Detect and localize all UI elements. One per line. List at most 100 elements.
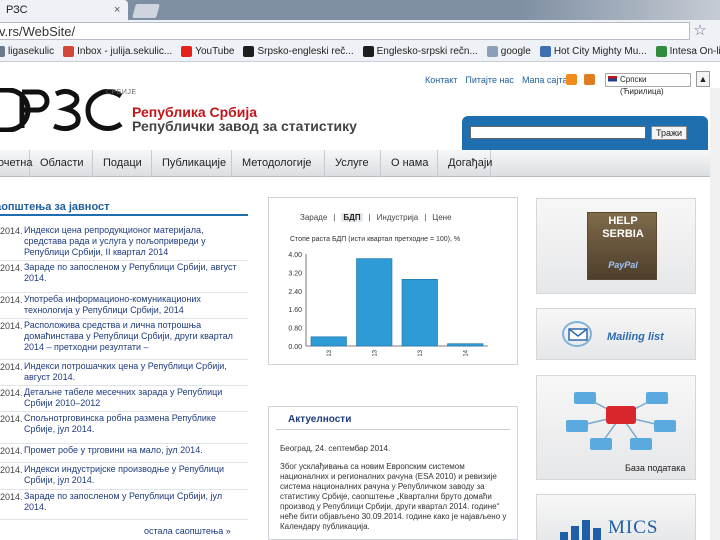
release-date: 2014.: [0, 226, 23, 236]
bookmark-label: google: [500, 46, 531, 57]
page-scrollbar[interactable]: [710, 88, 720, 540]
bookmark-label: Srpsko-engleski reč...: [257, 46, 354, 57]
chart-title: Стопе раста БДП (исти квартал претходне …: [290, 236, 461, 243]
gdp-bar-chart: 0.00 0.80 1.60 2.40 3.20 4.00 II 2013 III 2013 I…: [288, 252, 488, 356]
news-divider: [276, 429, 510, 430]
press-release-item[interactable]: 2014. Индекси цена репродукционог материј…: [0, 224, 248, 261]
gdp-bar: [447, 343, 484, 347]
bookmark-item[interactable]: Intesa On-line: [655, 46, 720, 57]
search-button[interactable]: Тражи: [651, 126, 687, 140]
contact-link[interactable]: Контакт: [425, 75, 457, 85]
nav-areas[interactable]: Области: [30, 150, 93, 177]
press-release-item[interactable]: 2014. Промет робе у трговини на мало, јул…: [0, 444, 248, 463]
release-date: 2014.: [0, 263, 23, 273]
brand-subtitle: Републички завод за статистику: [132, 118, 357, 134]
nav-home[interactable]: Почетна: [0, 150, 33, 177]
help-line2: SERBIA: [602, 228, 644, 240]
sitemap-link[interactable]: Мапа сајта: [522, 75, 568, 85]
address-bar[interactable]: v.rs/WebSite/: [0, 22, 690, 40]
release-date: 2014.: [0, 295, 23, 305]
bookmark-item[interactable]: Inbox - julija.sekulic...: [63, 46, 172, 57]
search-input[interactable]: [470, 126, 646, 139]
news-body: Због усклађивања са новим Европским сист…: [280, 462, 507, 531]
page-icon: [486, 46, 498, 57]
bookmark-star-icon[interactable]: ☆: [690, 21, 710, 41]
press-release-item[interactable]: 2014. Индекси индустријске производње у Р…: [0, 463, 248, 490]
envelope-icon: [562, 321, 592, 347]
bookmark-label: Englesko-srpski rečn...: [376, 46, 478, 57]
bookmark-item[interactable]: Hot City Mighty Mu...: [539, 46, 647, 57]
release-title[interactable]: Зараде по запосленом у Републици Србији,…: [24, 262, 246, 284]
social-icon[interactable]: [584, 74, 595, 85]
press-release-item[interactable]: 2014. Спољнотрговинска робна размена Репу…: [0, 412, 248, 444]
database-network-icon: [566, 392, 676, 450]
ask-us-link[interactable]: Питајте нас: [465, 75, 514, 85]
release-date: 2014.: [0, 465, 23, 475]
press-release-item[interactable]: 2014. Детаљне табеле месечних зарада у Ре…: [0, 386, 248, 412]
release-title[interactable]: Детаљне табеле месечних зарада у Републи…: [24, 387, 246, 409]
bookmark-label: Hot City Mighty Mu...: [553, 46, 647, 57]
gdp-bar: [356, 258, 393, 347]
rss-icon[interactable]: [566, 74, 577, 85]
tab-close-icon[interactable]: ×: [114, 4, 126, 16]
browser-tab[interactable]: РЗС: [0, 0, 128, 20]
bookmark-label: YouTube: [195, 46, 235, 57]
bookmark-label: Inbox - julija.sekulic...: [77, 46, 173, 57]
press-release-item[interactable]: 2014. Зараде по запосленом у Републици Ср…: [0, 490, 248, 520]
tab-wages[interactable]: Зараде: [300, 213, 327, 222]
news-title: Актуелности: [288, 414, 352, 425]
release-date: 2014.: [0, 414, 23, 424]
database-label: База података: [625, 463, 686, 473]
release-title[interactable]: Индекси потрошачких цена у Републици Срб…: [24, 361, 246, 383]
release-date: 2014.: [0, 362, 23, 372]
release-title[interactable]: Спољнотрговинска робна размена Републике…: [24, 413, 246, 435]
bookmark-label: Intesa On-line: [669, 46, 720, 57]
language-label: Српски (Ћирилица): [620, 75, 664, 96]
language-select[interactable]: Српски (Ћирилица): [605, 73, 691, 96]
press-release-item[interactable]: 2014. Зараде по запосленом у Републици Ср…: [0, 261, 248, 293]
release-title[interactable]: Расположива средства и лична потрошња до…: [24, 320, 246, 353]
release-title[interactable]: Индекси цена репродукционог материјала, …: [24, 225, 246, 258]
release-title[interactable]: Промет робе у трговини на мало, јул 2014…: [24, 445, 246, 456]
page: РЗС × v.rs/WebSite/ ☆ ligasekulic Inbox -…: [0, 0, 720, 540]
nav-events[interactable]: Догађаји: [438, 150, 492, 177]
bookmark-item[interactable]: Englesko-srpski rečn...: [362, 46, 478, 57]
release-title[interactable]: Зараде по запосленом у Републици Србији,…: [24, 491, 246, 513]
mics-label: MICS: [608, 517, 659, 538]
help-serbia-image: HELP SERBIA PayPal: [587, 212, 657, 280]
press-releases-title: Саопштења за јавност: [0, 201, 110, 213]
bookmark-label: ligasekulic: [8, 46, 55, 57]
flag-icon: [608, 76, 617, 84]
new-tab-button[interactable]: [132, 4, 160, 18]
mailing-list-label: Mailing list: [607, 331, 664, 343]
nav-methodology[interactable]: Методологије: [232, 150, 325, 177]
nav-publications[interactable]: Публикације: [152, 150, 232, 177]
k-icon: [243, 46, 255, 57]
bookmark-item[interactable]: google: [486, 46, 531, 57]
release-date: 2014.: [0, 388, 23, 398]
release-date: 2014.: [0, 321, 23, 331]
youtube-icon: [181, 46, 193, 57]
nav-about[interactable]: О нама: [381, 150, 438, 177]
nav-services[interactable]: Услуге: [325, 150, 381, 177]
bookmark-item[interactable]: YouTube: [181, 46, 234, 57]
scroll-up-button[interactable]: ▲: [696, 71, 710, 87]
bookmark-item[interactable]: Srpsko-engleski reč...: [243, 46, 354, 57]
release-title[interactable]: Употреба информационо-комуникационих тех…: [24, 294, 246, 316]
url-text: v.rs/WebSite/: [0, 24, 76, 39]
bookmarks-bar: ligasekulic Inbox - julija.sekulic... YouT…: [0, 42, 720, 62]
window-background: [520, 0, 720, 20]
press-release-item[interactable]: 2014. Расположива средства и лична потрош…: [0, 319, 248, 360]
bookmark-item[interactable]: ligasekulic: [0, 46, 54, 57]
tab-industry[interactable]: Индустрија: [377, 213, 419, 222]
tab-prices[interactable]: Цене: [432, 213, 451, 222]
y-tick-label: 1.60: [288, 307, 302, 314]
y-tick-label: 4.00: [288, 252, 302, 259]
k-icon: [362, 46, 374, 57]
tab-gdp[interactable]: БДП: [341, 213, 363, 222]
nav-data[interactable]: Подаци: [93, 150, 152, 177]
press-release-item[interactable]: 2014. Употреба информационо-комуникациони…: [0, 293, 248, 319]
more-releases-link[interactable]: остала саопштења »: [144, 526, 231, 536]
press-release-item[interactable]: 2014. Индекси потрошачких цена у Републиц…: [0, 360, 248, 386]
release-title[interactable]: Индекси индустријске производње у Републ…: [24, 464, 246, 486]
